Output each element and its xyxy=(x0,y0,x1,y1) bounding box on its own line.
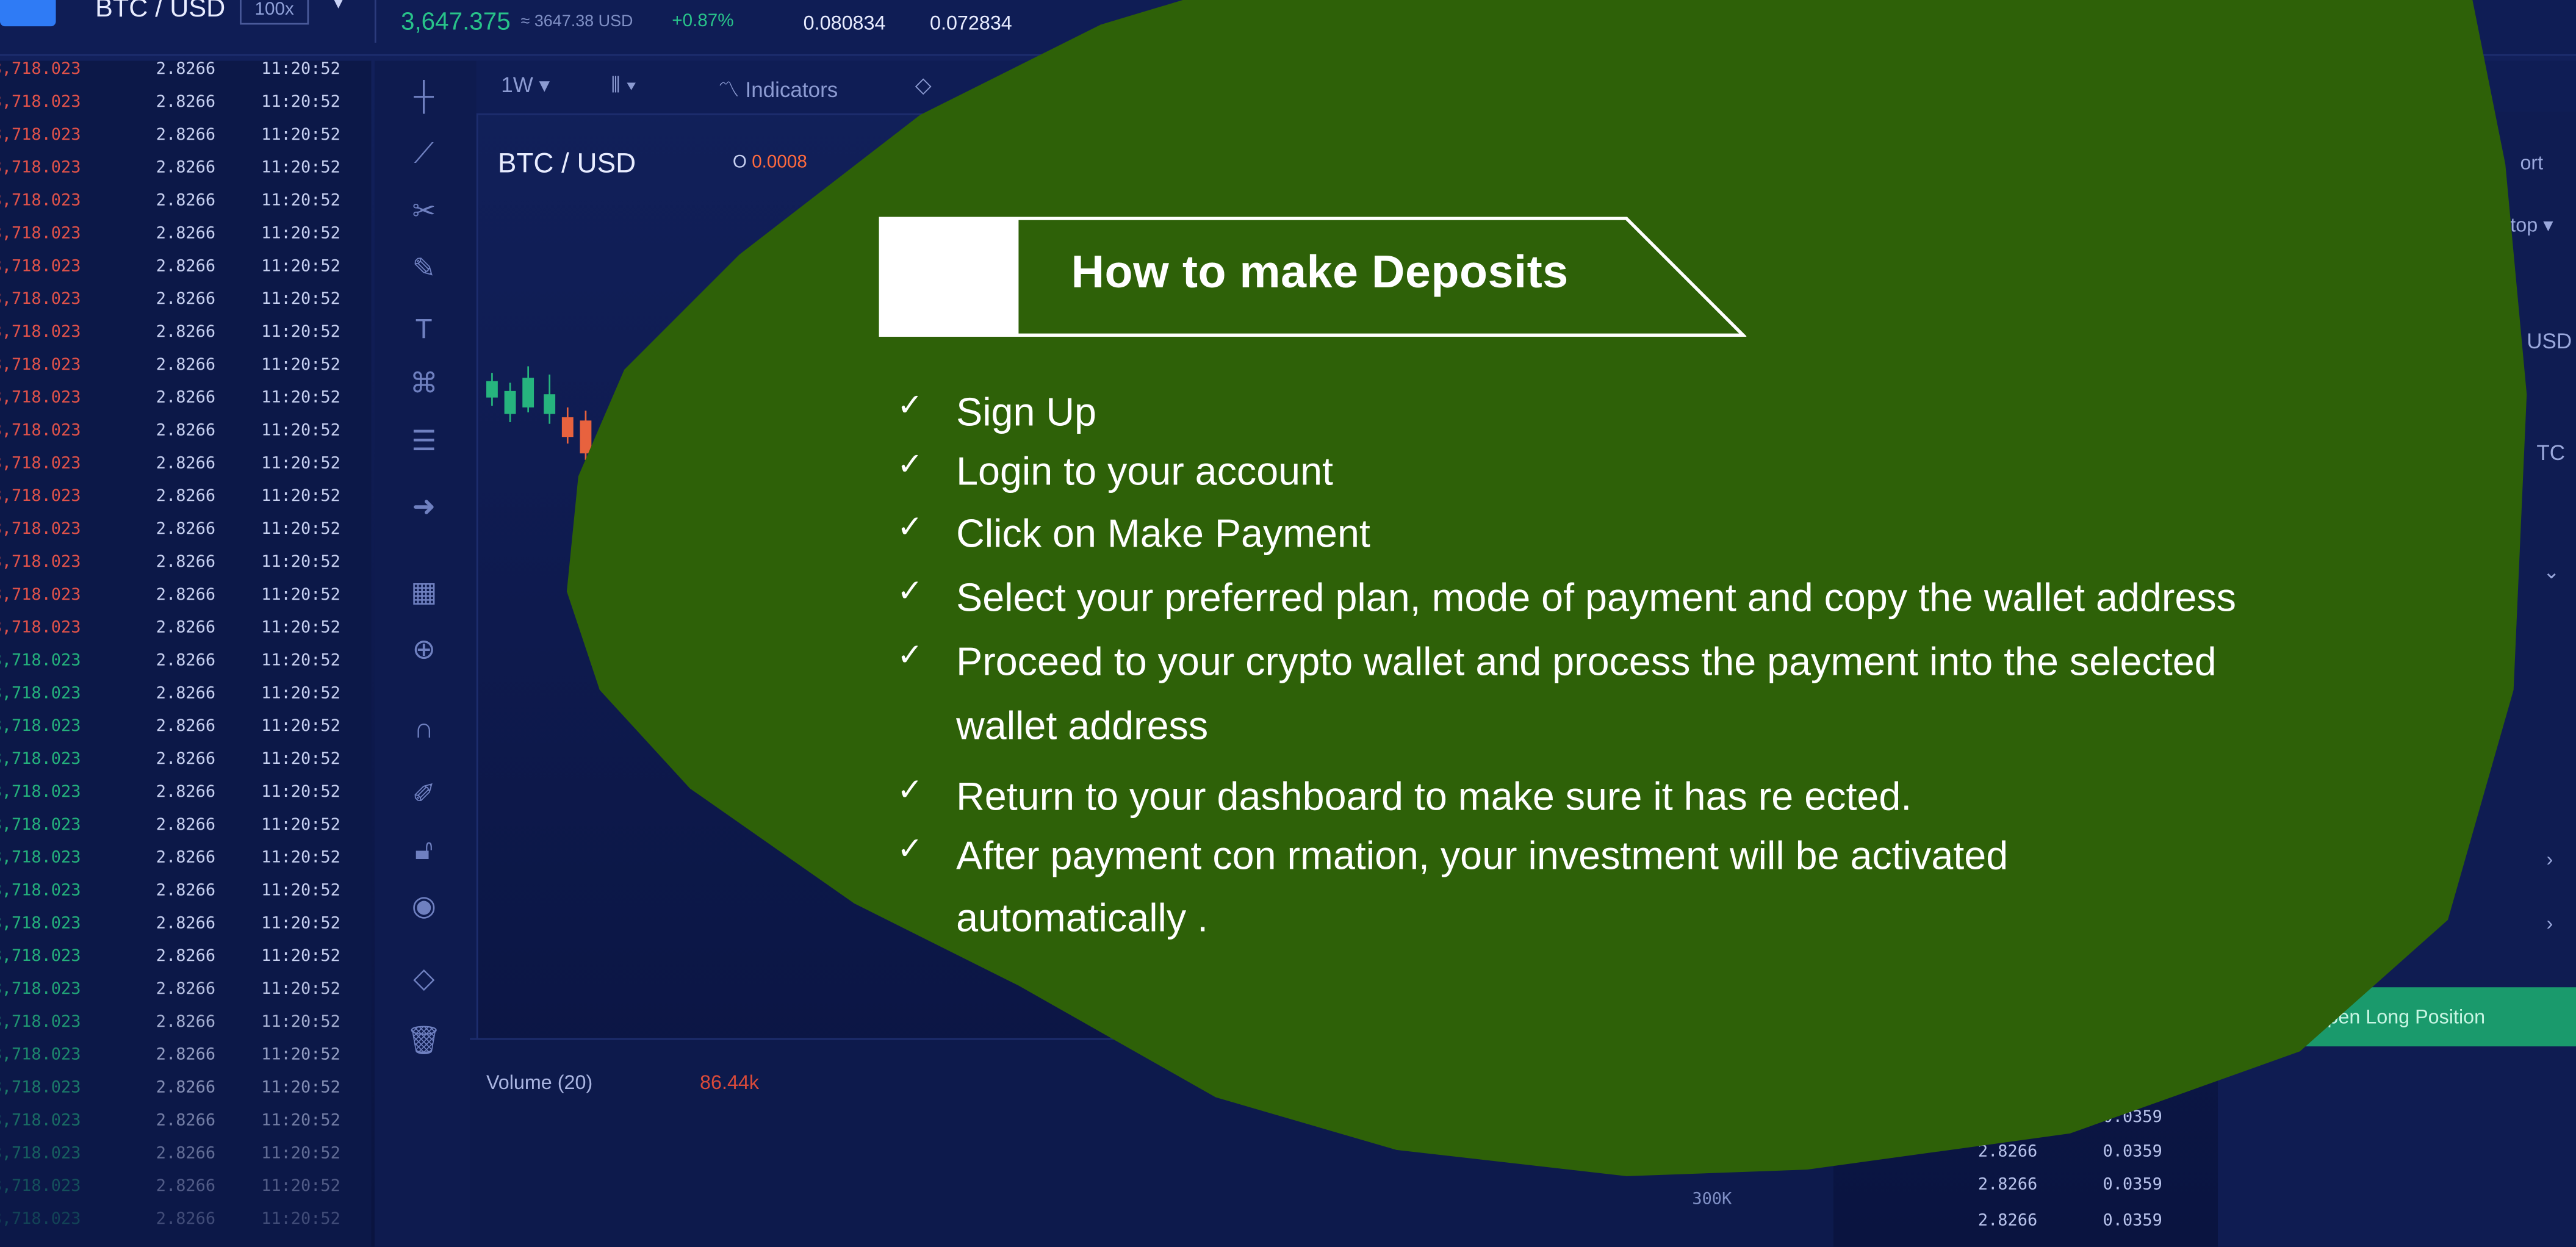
deposit-step: Login to your account xyxy=(956,450,1334,495)
deposit-step: Return to your dashboard to make sure it… xyxy=(956,775,1912,820)
deposit-step: Sign Up xyxy=(956,390,1097,436)
overlay-title: How to make Deposits xyxy=(1071,246,1569,298)
checkmark-icon: ✓ xyxy=(897,448,924,483)
deposit-step: automatically . xyxy=(956,897,1209,941)
deposit-step: After payment con rmation, your investme… xyxy=(956,834,2009,879)
checkmark-icon: ✓ xyxy=(897,833,924,868)
checkmark-icon: ✓ xyxy=(897,639,924,674)
checkmark-icon: ✓ xyxy=(897,511,924,545)
checkmark-icon: ✓ xyxy=(897,389,924,424)
checkmark-icon: ✓ xyxy=(897,575,924,609)
deposit-step: Click on Make Payment xyxy=(956,512,1370,557)
deposit-step: Select your preferred plan, mode of paym… xyxy=(956,577,2236,621)
promo-overlay xyxy=(566,0,2527,1176)
checkmark-icon: ✓ xyxy=(897,774,924,808)
deposit-step: wallet address xyxy=(956,705,1209,749)
deposit-step: Proceed to your crypto wallet and proces… xyxy=(956,641,2217,685)
